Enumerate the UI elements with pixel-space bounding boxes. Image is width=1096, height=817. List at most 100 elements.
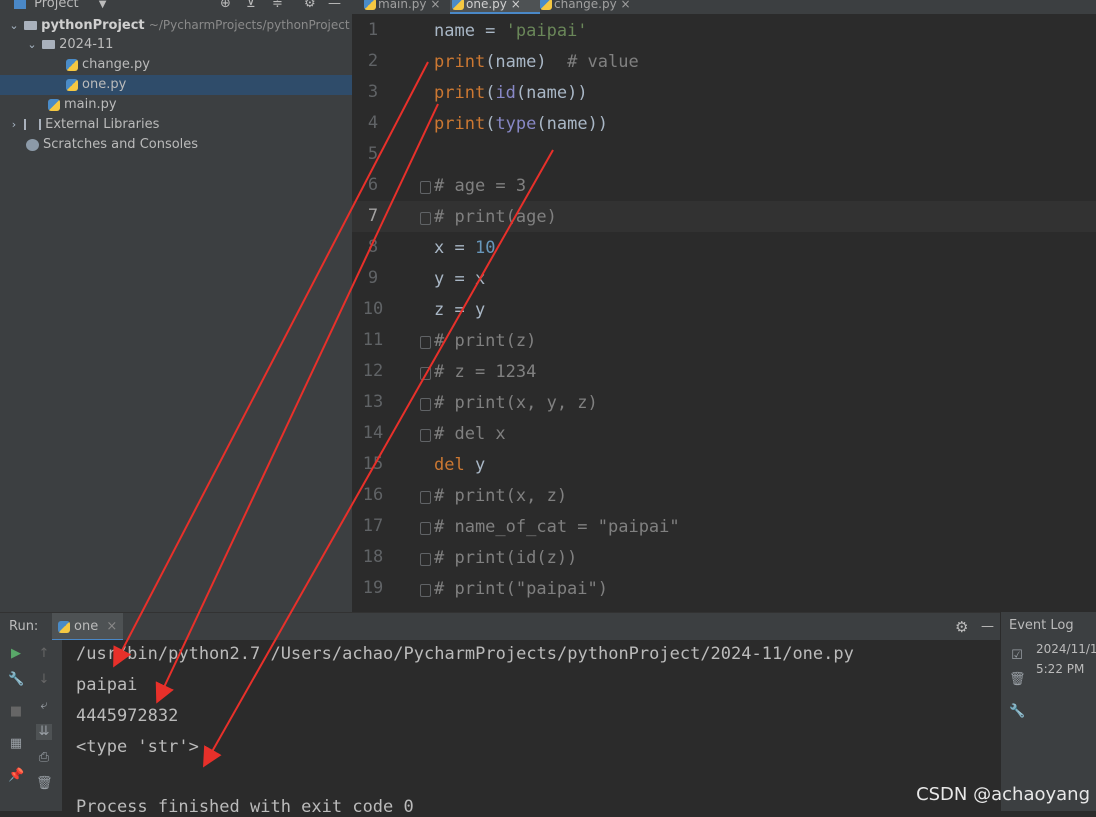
editor-tabs: main.py × one.py × change.py ×: [352, 0, 1096, 15]
code-line: # print(x, z): [434, 486, 568, 506]
tree-item-folder[interactable]: ⌄ 2024-11: [0, 35, 352, 55]
run-sidebar: ▶ 🔧 ■ ▦ 📌 ↑ ↓ ⤶ ⇊ ⎙ 🗑: [0, 640, 62, 811]
arrow-down-icon[interactable]: ↓: [36, 672, 52, 688]
python-file-icon: [452, 0, 464, 10]
tree-scratches-label: Scratches and Consoles: [43, 137, 199, 152]
line-number: 19: [362, 578, 384, 598]
chevron-right-icon[interactable]: ›: [8, 115, 20, 135]
tree-item-one-py[interactable]: one.py: [0, 75, 352, 95]
tab-one-py[interactable]: one.py ×: [450, 0, 540, 14]
print-icon[interactable]: ⎙: [36, 750, 52, 766]
line-number: 3: [367, 82, 379, 102]
fold-marker-icon[interactable]: [420, 398, 431, 411]
layout-icon[interactable]: ▦: [8, 736, 24, 752]
gear-icon[interactable]: ⚙: [304, 0, 316, 14]
gear-icon[interactable]: ⚙: [955, 613, 968, 641]
tree-item-external-libraries[interactable]: › External Libraries: [0, 115, 352, 135]
arrow-up-icon[interactable]: ↑: [36, 646, 52, 662]
tab-label: main.py: [378, 0, 427, 11]
line-number: 11: [362, 330, 384, 350]
chevron-down-icon[interactable]: ▼: [99, 0, 107, 10]
soft-wrap-icon[interactable]: ⤶: [36, 698, 52, 714]
tree-folder-name: 2024-11: [59, 37, 114, 52]
rerun-icon[interactable]: ▶: [8, 646, 24, 662]
line-number: 5: [367, 144, 379, 164]
code-line: # print("paipai"): [434, 579, 608, 599]
fold-marker-icon[interactable]: [420, 181, 431, 194]
tree-root-name: pythonProject: [41, 18, 145, 33]
stop-icon[interactable]: ■: [8, 704, 24, 720]
line-number: 4: [367, 113, 379, 133]
tab-change-py[interactable]: change.py ×: [538, 0, 648, 12]
line-number: 10: [362, 299, 384, 319]
python-file-icon: [66, 58, 78, 71]
collapse-all-icon[interactable]: ⊻: [246, 0, 256, 14]
library-icon: [24, 119, 42, 130]
close-icon[interactable]: ×: [106, 619, 117, 634]
project-header-label: Project: [34, 0, 79, 11]
run-console[interactable]: /usr/bin/python2.7 /Users/achao/PycharmP…: [62, 640, 1000, 817]
folder-icon: [42, 40, 56, 49]
folder-icon: [24, 21, 38, 30]
pin-icon[interactable]: 📌: [8, 768, 24, 784]
tree-file-label: one.py: [82, 77, 127, 92]
scroll-to-end-icon[interactable]: ⇊: [36, 724, 52, 740]
code-line: print(id(name)): [434, 83, 588, 103]
expand-all-icon[interactable]: ≑: [272, 0, 283, 14]
project-header[interactable]: Project ▼ ⊕ ⊻ ≑ ⚙ —: [0, 0, 352, 14]
trash-icon[interactable]: 🗑: [36, 776, 53, 792]
chevron-down-icon[interactable]: ⌄: [26, 35, 38, 55]
tree-item-main-py[interactable]: main.py: [0, 95, 352, 115]
python-file-icon: [540, 0, 552, 10]
console-line: 4445972832: [76, 706, 179, 726]
tab-main-py[interactable]: main.py ×: [362, 0, 456, 12]
code-line: # name_of_cat = "paipai": [434, 517, 680, 537]
line-number: 2: [367, 51, 379, 71]
code-line: # z = 1234: [434, 362, 537, 382]
wrench-icon[interactable]: 🔧: [1009, 704, 1025, 720]
line-number: 13: [362, 392, 384, 412]
line-number: 8: [367, 237, 379, 257]
python-file-icon: [364, 0, 376, 10]
code-line: name = 'paipai': [434, 21, 588, 41]
console-line: paipai: [76, 675, 138, 695]
python-file-icon: [58, 620, 70, 633]
fold-marker-icon[interactable]: [420, 367, 431, 380]
run-label: Run:: [9, 619, 39, 634]
trash-icon[interactable]: 🗑: [1009, 672, 1026, 688]
tree-file-label: change.py: [82, 57, 150, 72]
code-editor[interactable]: 1 2 3 4 5 6 7 8 9 10 11 12 13 14 15 16 17 18 19 name = 'pa…: [352, 14, 1096, 612]
line-number: 12: [362, 361, 384, 381]
tree-item-scratches[interactable]: Scratches and Consoles: [0, 135, 352, 155]
chevron-down-icon[interactable]: ⌄: [8, 16, 20, 36]
close-icon[interactable]: ×: [621, 0, 631, 11]
line-number: 18: [362, 547, 384, 567]
fold-marker-icon[interactable]: [420, 429, 431, 442]
locate-icon[interactable]: ⊕: [220, 0, 231, 14]
tree-root-path: ~/PycharmProjects/pythonProject: [148, 18, 350, 32]
fold-marker-icon[interactable]: [420, 522, 431, 535]
minimize-icon[interactable]: —: [981, 613, 994, 641]
tree-file-label: main.py: [64, 97, 117, 112]
checkbox-icon[interactable]: ☑: [1009, 648, 1025, 664]
close-icon[interactable]: ×: [511, 0, 521, 11]
fold-marker-icon[interactable]: [420, 553, 431, 566]
run-toolbar: Run: one × ⚙ —: [0, 612, 1000, 641]
line-number: 14: [362, 423, 384, 443]
close-icon[interactable]: ×: [430, 0, 440, 11]
python-file-icon: [48, 98, 60, 111]
line-number: 16: [362, 485, 384, 505]
run-tab-one[interactable]: one ×: [52, 613, 124, 641]
tree-item-root[interactable]: ⌄ pythonProject ~/PycharmProjects/python…: [0, 15, 352, 35]
code-line: del y: [434, 455, 486, 475]
hide-icon[interactable]: —: [328, 0, 341, 14]
fold-marker-icon[interactable]: [420, 584, 431, 597]
event-log-title[interactable]: Event Log: [1009, 618, 1074, 633]
wrench-icon[interactable]: 🔧: [8, 672, 24, 688]
fold-marker-icon[interactable]: [420, 336, 431, 349]
tree-item-change-py[interactable]: change.py: [0, 55, 352, 75]
line-number: 9: [367, 268, 379, 288]
fold-marker-icon[interactable]: [420, 491, 431, 504]
code-line: # age = 3: [434, 176, 527, 196]
fold-marker-icon[interactable]: [420, 212, 431, 225]
